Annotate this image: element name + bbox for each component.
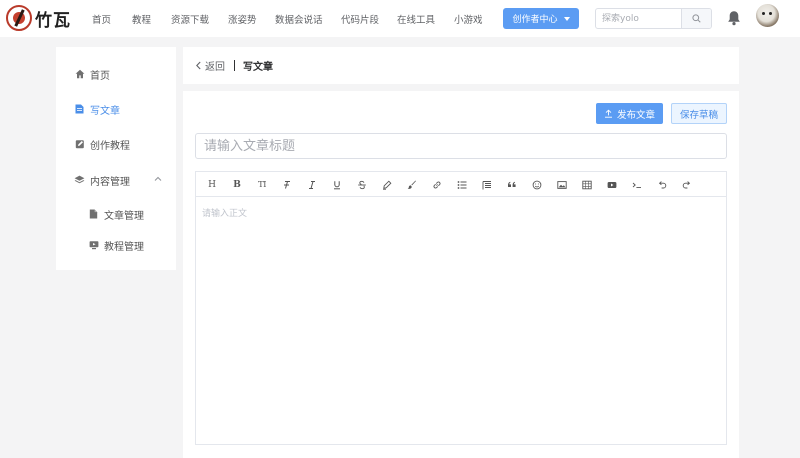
top-header: 竹瓦 首页 教程 资源下载 涨姿势 数据会说话 代码片段 在线工具 小游戏 创作… [0, 0, 800, 37]
chevron-left-icon [195, 61, 202, 70]
breadcrumb: 返回 写文章 [183, 47, 739, 84]
user-avatar[interactable] [756, 4, 779, 27]
save-draft-label: 保存草稿 [679, 109, 718, 121]
editor-toolbar: H B TI [196, 172, 726, 197]
sidebar-item-label: 文章管理 [104, 210, 144, 222]
sidebar-item-create-tutorial[interactable]: 创作教程 [56, 134, 176, 154]
redo-icon[interactable] [681, 179, 693, 191]
quote-icon[interactable] [506, 179, 518, 191]
font-size-icon[interactable]: TI [256, 179, 268, 191]
search-box [595, 8, 712, 29]
code-icon[interactable] [631, 179, 643, 191]
align-icon[interactable] [481, 179, 493, 191]
bell-icon[interactable] [727, 10, 741, 26]
sidebar: 首页 写文章 创作教程 内容管理 文章管理 教程管理 [56, 47, 176, 270]
strikethrough-format-icon[interactable] [281, 179, 293, 191]
page-title: 写文章 [243, 62, 273, 73]
caret-down-icon [563, 16, 570, 21]
editor-panel: 发布文章 保存草稿 H B TI [183, 91, 739, 458]
nav-item-tutorials[interactable]: 教程 [132, 12, 151, 26]
save-draft-button[interactable]: 保存草稿 [671, 103, 727, 124]
sidebar-item-label: 教程管理 [104, 241, 144, 253]
brush-icon[interactable] [406, 179, 418, 191]
layers-icon [74, 175, 85, 186]
underline-icon[interactable] [331, 179, 343, 191]
link-icon[interactable] [431, 179, 443, 191]
edit-square-icon [74, 139, 85, 150]
nav-item-tools[interactable]: 在线工具 [397, 12, 435, 26]
unordered-list-icon[interactable] [456, 179, 468, 191]
back-link[interactable]: 返回 [195, 58, 225, 73]
title-field [195, 133, 727, 159]
search-icon [692, 14, 701, 23]
creator-center-button[interactable]: 创作者中心 [503, 8, 579, 29]
file-icon [88, 209, 99, 220]
markdown-editor: H B TI [195, 171, 727, 445]
site-logo[interactable]: 竹瓦 [6, 5, 71, 31]
logo-mark [6, 5, 32, 31]
nav-item-knowledge[interactable]: 涨姿势 [228, 12, 257, 26]
home-icon [74, 69, 85, 80]
nav-item-home[interactable]: 首页 [92, 12, 111, 26]
sidebar-item-home[interactable]: 首页 [56, 64, 176, 84]
chevron-up-icon[interactable] [154, 175, 162, 183]
video-icon[interactable] [606, 179, 618, 191]
marker-icon[interactable] [381, 179, 393, 191]
table-icon[interactable] [581, 179, 593, 191]
upload-icon [604, 109, 613, 118]
back-label: 返回 [205, 62, 225, 73]
sidebar-item-write-article[interactable]: 写文章 [56, 99, 176, 119]
title-input[interactable] [196, 134, 726, 158]
sidebar-item-label: 创作教程 [90, 140, 130, 152]
sidebar-item-label: 内容管理 [90, 176, 130, 188]
sidebar-item-label: 写文章 [90, 105, 120, 117]
nav-item-snippets[interactable]: 代码片段 [341, 12, 379, 26]
search-input[interactable] [596, 9, 684, 28]
editor-body [196, 198, 726, 444]
strikethrough-icon[interactable] [356, 179, 368, 191]
nav-item-data[interactable]: 数据会说话 [275, 12, 323, 26]
undo-icon[interactable] [656, 179, 668, 191]
publish-label: 发布文章 [616, 109, 655, 121]
sidebar-item-content-management[interactable]: 内容管理 [56, 170, 176, 190]
publish-button[interactable]: 发布文章 [596, 103, 663, 124]
italic-icon[interactable] [306, 179, 318, 191]
heading-icon[interactable]: H [206, 179, 218, 191]
sidebar-item-article-management[interactable]: 文章管理 [56, 204, 176, 224]
sidebar-item-tutorial-management[interactable]: 教程管理 [56, 235, 176, 255]
sidebar-item-label: 首页 [90, 70, 110, 82]
body-textarea[interactable] [202, 206, 720, 436]
emoji-icon[interactable] [531, 179, 543, 191]
bold-icon[interactable]: B [231, 179, 243, 191]
creator-center-label: 创作者中心 [512, 15, 558, 25]
monitor-icon [88, 240, 99, 251]
search-button[interactable] [681, 9, 711, 28]
brand-name: 竹瓦 [35, 10, 71, 31]
nav-item-games[interactable]: 小游戏 [454, 12, 483, 26]
nav-item-downloads[interactable]: 资源下载 [171, 12, 209, 26]
image-icon[interactable] [556, 179, 568, 191]
document-edit-icon [74, 104, 85, 115]
breadcrumb-divider [234, 60, 235, 71]
